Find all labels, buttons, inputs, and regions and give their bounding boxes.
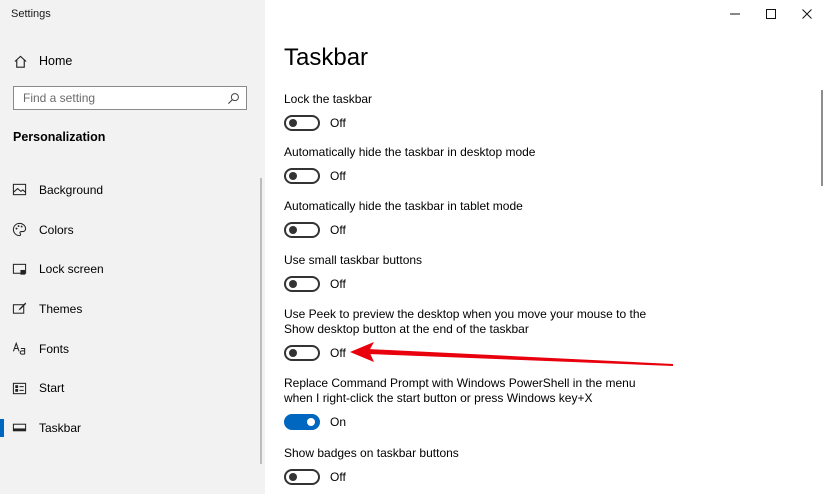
sidebar-item-themes[interactable]: Themes	[0, 289, 265, 329]
powershell-toggle[interactable]	[284, 414, 320, 430]
badges-toggle[interactable]	[284, 469, 320, 485]
minimize-icon	[730, 13, 740, 15]
toggle-state: Off	[330, 223, 346, 237]
search-icon[interactable]	[227, 92, 240, 105]
setting-label: Use small taskbar buttons	[284, 253, 423, 267]
lock-taskbar-toggle[interactable]	[284, 115, 320, 131]
setting-badges: Show badges on taskbar buttons Off	[284, 446, 684, 485]
sidebar-item-lock-screen[interactable]: Lock screen	[0, 249, 265, 289]
peek-toggle[interactable]	[284, 345, 320, 361]
sidebar: Settings Home Personalization Background	[0, 0, 265, 494]
toggle-state: On	[330, 415, 347, 429]
setting-label-line1: Replace Command Prompt with Windows Powe…	[284, 376, 636, 390]
setting-label: Lock the taskbar	[284, 92, 373, 106]
toggle-state: Off	[330, 169, 346, 183]
app-title: Settings	[11, 8, 51, 20]
sidebar-item-fonts[interactable]: Fonts	[0, 329, 265, 369]
main-scrollbar[interactable]	[821, 90, 823, 186]
close-icon	[802, 9, 812, 19]
sidebar-item-start[interactable]: Start	[0, 368, 265, 408]
sidebar-item-label: Background	[39, 182, 104, 197]
setting-label: Automatically hide the taskbar in tablet…	[284, 199, 523, 213]
nav-list: Background Colors Lock screen Themes Fon…	[0, 170, 265, 448]
sidebar-scrollbar[interactable]	[260, 178, 262, 464]
toggle-state: Off	[330, 470, 346, 484]
setting-label-line2: when I right-click the start button or p…	[284, 391, 593, 405]
window-controls	[717, 0, 825, 28]
sidebar-item-background[interactable]: Background	[0, 170, 265, 210]
sidebar-item-label: Colors	[39, 222, 74, 237]
sidebar-item-label: Fonts	[39, 341, 70, 356]
palette-icon	[12, 222, 27, 237]
fonts-icon	[12, 341, 26, 355]
home-link[interactable]: Home	[13, 52, 72, 70]
sidebar-item-label: Themes	[39, 301, 83, 316]
setting-label: Show badges on taskbar buttons	[284, 446, 459, 460]
toggle-knob	[289, 226, 297, 234]
toggle-knob	[289, 119, 297, 127]
setting-label-line2: Show desktop button at the end of the ta…	[284, 322, 529, 336]
toggle-knob	[289, 473, 297, 481]
toggle-knob	[307, 418, 315, 426]
toggle-state: Off	[330, 346, 346, 360]
lock-screen-icon	[12, 263, 27, 275]
toggle-knob	[289, 172, 297, 180]
sidebar-item-label: Lock screen	[39, 262, 104, 277]
setting-label: Automatically hide the taskbar in deskto…	[284, 145, 536, 159]
section-heading: Personalization	[13, 130, 106, 144]
autohide-tablet-toggle[interactable]	[284, 222, 320, 238]
toggle-knob	[289, 280, 297, 288]
sidebar-item-colors[interactable]: Colors	[0, 210, 265, 250]
sidebar-item-label: Start	[39, 381, 65, 396]
page-title: Taskbar	[284, 44, 369, 71]
brush-icon	[12, 302, 27, 315]
maximize-button[interactable]	[753, 0, 789, 28]
close-button[interactable]	[789, 0, 825, 28]
taskbar-icon	[12, 424, 27, 432]
setting-peek: Use Peek to preview the desktop when you…	[284, 307, 684, 361]
toggle-state: Off	[330, 116, 346, 130]
home-icon	[14, 55, 27, 68]
autohide-desktop-toggle[interactable]	[284, 168, 320, 184]
minimize-button[interactable]	[717, 0, 753, 28]
setting-autohide-tablet: Automatically hide the taskbar in tablet…	[284, 199, 684, 238]
picture-icon	[12, 184, 27, 196]
small-buttons-toggle[interactable]	[284, 276, 320, 292]
toggle-knob	[289, 349, 297, 357]
start-icon	[12, 382, 27, 394]
setting-label-line1: Use Peek to preview the desktop when you…	[284, 307, 647, 321]
setting-small-buttons: Use small taskbar buttons Off	[284, 253, 684, 292]
home-label: Home	[39, 54, 73, 68]
sidebar-item-label: Taskbar	[39, 420, 82, 435]
setting-powershell: Replace Command Prompt with Windows Powe…	[284, 376, 684, 430]
search-box	[13, 86, 247, 110]
setting-autohide-desktop: Automatically hide the taskbar in deskto…	[284, 145, 684, 184]
setting-lock-taskbar: Lock the taskbar Off	[284, 92, 684, 131]
sidebar-item-taskbar[interactable]: Taskbar	[0, 408, 265, 448]
maximize-icon	[766, 9, 776, 19]
search-input[interactable]	[14, 87, 227, 109]
toggle-state: Off	[330, 277, 346, 291]
